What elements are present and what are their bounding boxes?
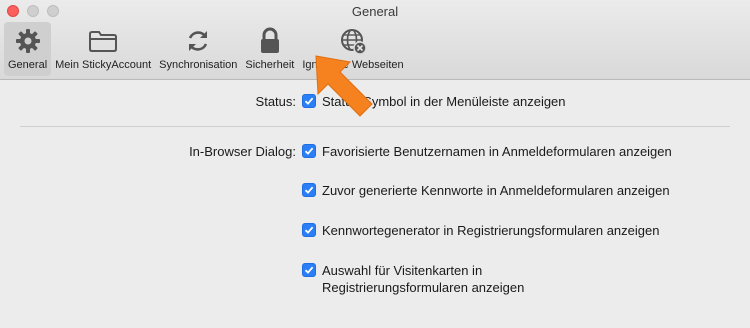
preferences-window: General General Mein StickyAccount Synch… <box>0 0 750 328</box>
business-cards-text-line2: Registrierungsformularen anzeigen <box>322 280 525 295</box>
globe-blocked-icon <box>338 26 368 56</box>
tab-mein-stickyaccount[interactable]: Mein StickyAccount <box>51 22 155 76</box>
sync-icon <box>183 26 213 56</box>
generated-passwords-checkbox[interactable] <box>302 183 316 197</box>
option-password-generator[interactable]: Kennwortegenerator in Registrierungsform… <box>302 223 659 238</box>
gear-icon <box>13 26 43 56</box>
favorite-usernames-checkbox[interactable] <box>302 144 316 158</box>
option-favorite-usernames[interactable]: Favorisierte Benutzernamen in Anmeldefor… <box>302 144 672 159</box>
tab-sicherheit-label: Sicherheit <box>245 59 295 71</box>
generated-passwords-text: Zuvor generierte Kennworte in Anmeldefor… <box>322 183 670 198</box>
separator <box>20 126 730 127</box>
password-generator-checkbox[interactable] <box>302 223 316 237</box>
browser-dialog-label: In-Browser Dialog: <box>189 144 296 159</box>
callout-arrow-icon <box>315 55 373 117</box>
business-cards-text-line1: Auswahl für Visitenkarten in <box>322 263 483 278</box>
tab-general-label: General <box>8 59 48 71</box>
business-cards-text: Auswahl für Visitenkarten in Registrieru… <box>322 262 524 296</box>
option-generated-passwords[interactable]: Zuvor generierte Kennworte in Anmeldefor… <box>302 183 670 198</box>
favorite-usernames-text: Favorisierte Benutzernamen in Anmeldefor… <box>322 144 672 159</box>
business-cards-checkbox[interactable] <box>302 263 316 277</box>
password-generator-text: Kennwortegenerator in Registrierungsform… <box>322 223 660 238</box>
option-business-cards[interactable]: Auswahl für Visitenkarten in Registrieru… <box>302 263 524 296</box>
window-title: General <box>351 4 399 19</box>
folder-icon <box>88 26 118 56</box>
lock-icon <box>255 26 285 56</box>
tab-mein-stickyaccount-label: Mein StickyAccount <box>55 59 152 71</box>
tab-synchronisation[interactable]: Synchronisation <box>155 22 241 76</box>
status-label: Status: <box>255 94 296 109</box>
tab-sicherheit[interactable]: Sicherheit <box>241 22 298 76</box>
tab-general[interactable]: General <box>4 22 52 76</box>
tab-synchronisation-label: Synchronisation <box>159 59 238 71</box>
